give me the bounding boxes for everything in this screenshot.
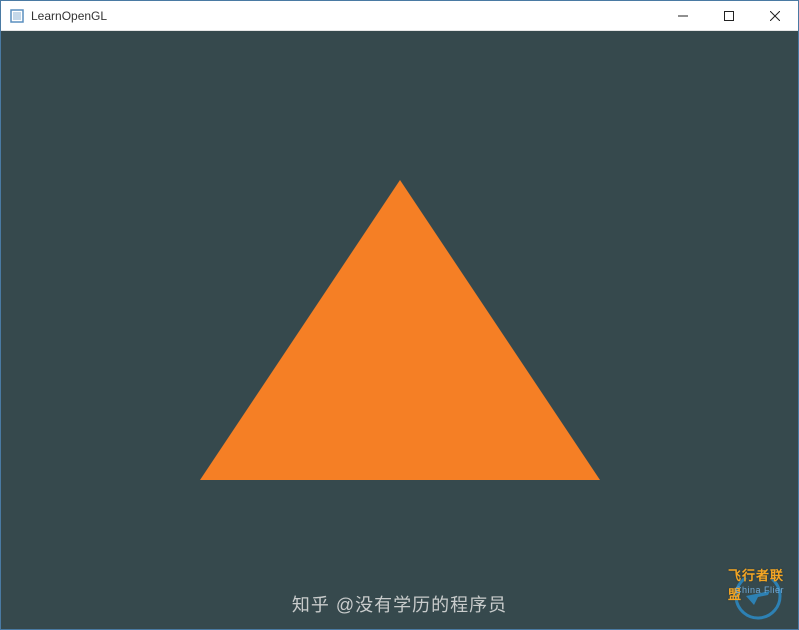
window-controls bbox=[660, 1, 798, 30]
maximize-icon bbox=[724, 11, 734, 21]
close-button[interactable] bbox=[752, 1, 798, 30]
titlebar[interactable]: LearnOpenGL bbox=[1, 1, 798, 31]
logo-text-sub: China Flier bbox=[735, 585, 784, 595]
maximize-button[interactable] bbox=[706, 1, 752, 30]
minimize-icon bbox=[678, 11, 688, 21]
rendered-triangle bbox=[200, 180, 600, 480]
watermark-text: 知乎 @没有学历的程序员 bbox=[292, 591, 507, 617]
logo-text-top: 飞行者联盟 bbox=[728, 565, 784, 603]
close-icon bbox=[770, 11, 780, 21]
app-icon bbox=[9, 8, 25, 24]
opengl-viewport: 知乎 @没有学历的程序员 飞行者联盟 China Flier bbox=[1, 31, 798, 629]
minimize-button[interactable] bbox=[660, 1, 706, 30]
watermark-logo: 飞行者联盟 China Flier bbox=[728, 561, 788, 621]
application-window: LearnOpenGL 知乎 @没有学历的程序员 bbox=[0, 0, 799, 630]
window-title: LearnOpenGL bbox=[31, 9, 660, 23]
